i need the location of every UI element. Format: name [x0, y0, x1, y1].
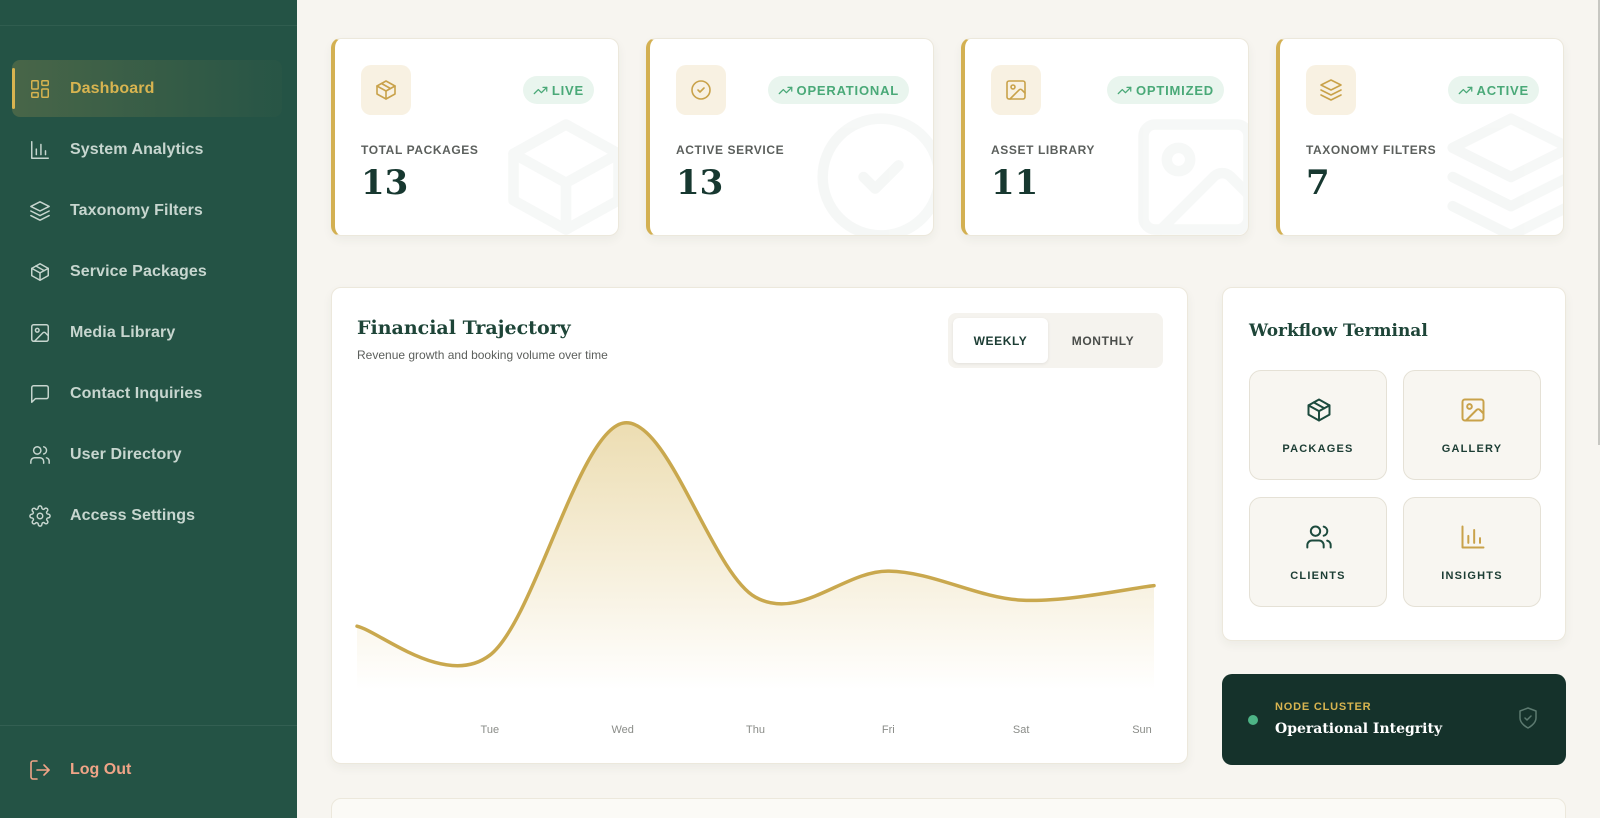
- trending-up-icon: [1458, 86, 1472, 94]
- sidebar-item-taxonomy-filters[interactable]: Taxonomy Filters: [12, 182, 282, 239]
- workflow-tile-label: CLIENTS: [1290, 570, 1346, 582]
- sidebar-nav: Dashboard System Analytics Taxonomy Filt…: [12, 60, 282, 548]
- stat-value: 11: [991, 163, 1039, 203]
- sidebar-item-label: Contact Inquiries: [70, 384, 203, 402]
- status-badge-text: LIVE: [551, 82, 584, 98]
- workflow-tile-label: INSIGHTS: [1441, 570, 1503, 582]
- logout-label: Log Out: [70, 761, 132, 778]
- workflow-tile-clients[interactable]: CLIENTS: [1249, 497, 1387, 607]
- image-icon: [28, 321, 52, 345]
- node-cluster-title: Operational Integrity: [1275, 721, 1443, 737]
- x-tick-label: Tue: [481, 724, 500, 736]
- status-badge: ACTIVE: [1447, 76, 1539, 104]
- workflow-tile-packages[interactable]: PACKAGES: [1249, 370, 1387, 480]
- bottom-panel: [331, 798, 1566, 818]
- image-icon: [1461, 398, 1485, 422]
- status-indicator: [1248, 715, 1258, 725]
- layers-icon: [28, 199, 52, 223]
- package-icon: [1307, 398, 1331, 422]
- stat-card-asset-library: OPTIMIZED ASSET LIBRARY 11: [961, 38, 1249, 236]
- stat-value: 13: [361, 163, 409, 203]
- x-tick-label: Sat: [1013, 724, 1030, 736]
- stat-value: 7: [1306, 163, 1330, 203]
- stat-value: 13: [676, 163, 724, 203]
- weekly-toggle-button[interactable]: WEEKLY: [953, 318, 1048, 363]
- workflow-terminal-panel: Workflow Terminal PACKAGES GALLERY CLIEN…: [1222, 287, 1566, 641]
- sidebar-item-label: Access Settings: [70, 506, 196, 524]
- node-cluster-label: NODE CLUSTER: [1275, 701, 1372, 713]
- sidebar-item-label: Dashboard: [70, 79, 155, 97]
- trending-up-icon: [533, 86, 548, 94]
- trending-up-icon: [778, 86, 792, 94]
- layers-icon: [1306, 65, 1356, 115]
- status-badge: LIVE: [522, 76, 594, 104]
- workflow-tile-label: PACKAGES: [1282, 443, 1354, 455]
- gear-icon: [28, 504, 52, 528]
- chart-subtitle: Revenue growth and booking volume over t…: [357, 348, 608, 362]
- layers-icon: [1441, 107, 1563, 235]
- stat-label: ACTIVE SERVICE: [676, 143, 785, 157]
- package-icon: [361, 65, 411, 115]
- package-icon: [28, 260, 52, 284]
- shield-check-icon: [1516, 706, 1540, 735]
- stat-label: ASSET LIBRARY: [991, 143, 1096, 157]
- sidebar-item-contact-inquiries[interactable]: Contact Inquiries: [12, 365, 282, 422]
- status-badge: OPTIMIZED: [1107, 76, 1224, 104]
- stat-label: TAXONOMY FILTERS: [1306, 143, 1437, 157]
- sidebar-item-access-settings[interactable]: Access Settings: [12, 487, 282, 544]
- sidebar-divider: [0, 725, 297, 726]
- workflow-tile-label: GALLERY: [1441, 443, 1503, 455]
- message-icon: [28, 382, 52, 406]
- users-icon: [28, 443, 52, 467]
- x-tick-label: Sun: [1132, 724, 1152, 736]
- stat-label: TOTAL PACKAGES: [361, 143, 479, 157]
- package-icon: [496, 107, 618, 235]
- chart-area-fill: [357, 422, 1154, 690]
- sidebar-item-dashboard[interactable]: Dashboard: [12, 60, 282, 117]
- workflow-tile-gallery[interactable]: GALLERY: [1403, 370, 1541, 480]
- stat-card-active-service: OPERATIONAL ACTIVE SERVICE 13: [646, 38, 934, 236]
- sidebar-item-label: Taxonomy Filters: [70, 201, 203, 219]
- sidebar-item-label: Service Packages: [70, 262, 207, 280]
- check-circle-icon: [811, 107, 933, 235]
- status-badge-text: OPTIMIZED: [1136, 82, 1214, 98]
- sidebar-divider: [0, 25, 297, 26]
- stat-card-total-packages: LIVE TOTAL PACKAGES 13: [331, 38, 619, 236]
- x-tick-label: Thu: [746, 724, 765, 736]
- dashboard-icon: [28, 77, 52, 101]
- bar-chart-icon: [1461, 525, 1485, 549]
- node-cluster-card: NODE CLUSTER Operational Integrity: [1222, 674, 1566, 765]
- check-circle-icon: [676, 65, 726, 115]
- sidebar-item-system-analytics[interactable]: System Analytics: [12, 121, 282, 178]
- sidebar-item-user-directory[interactable]: User Directory: [12, 426, 282, 483]
- financial-trajectory-panel: Tue Wed Thu Fri Sat Sun Financial Trajectory …: [331, 287, 1188, 764]
- status-badge-text: OPERATIONAL: [796, 82, 899, 98]
- sidebar-item-service-packages[interactable]: Service Packages: [12, 243, 282, 300]
- sidebar-item-media-library[interactable]: Media Library: [12, 304, 282, 361]
- period-toggle: WEEKLY MONTHLY: [948, 313, 1163, 368]
- x-tick-label: Fri: [882, 724, 895, 736]
- stat-card-taxonomy-filters: ACTIVE TAXONOMY FILTERS 7: [1276, 38, 1564, 236]
- sidebar-item-label: Media Library: [70, 323, 176, 341]
- users-icon: [1306, 525, 1332, 549]
- sidebar: Dashboard System Analytics Taxonomy Filt…: [0, 0, 297, 818]
- workflow-tile-insights[interactable]: INSIGHTS: [1403, 497, 1541, 607]
- chart-title: Financial Trajectory: [357, 317, 571, 339]
- logout-button[interactable]: Log Out: [28, 758, 131, 782]
- status-badge-text: ACTIVE: [1476, 82, 1529, 98]
- x-tick-label: Wed: [611, 724, 633, 736]
- workflow-title: Workflow Terminal: [1249, 321, 1428, 341]
- sidebar-item-label: System Analytics: [70, 140, 204, 158]
- image-icon: [1126, 107, 1248, 235]
- sidebar-item-label: User Directory: [70, 445, 182, 463]
- trending-up-icon: [1117, 86, 1132, 94]
- monthly-toggle-button[interactable]: MONTHLY: [1048, 318, 1158, 363]
- image-icon: [991, 65, 1041, 115]
- bar-chart-icon: [28, 138, 52, 162]
- status-badge: OPERATIONAL: [767, 76, 909, 104]
- logout-icon: [30, 760, 50, 780]
